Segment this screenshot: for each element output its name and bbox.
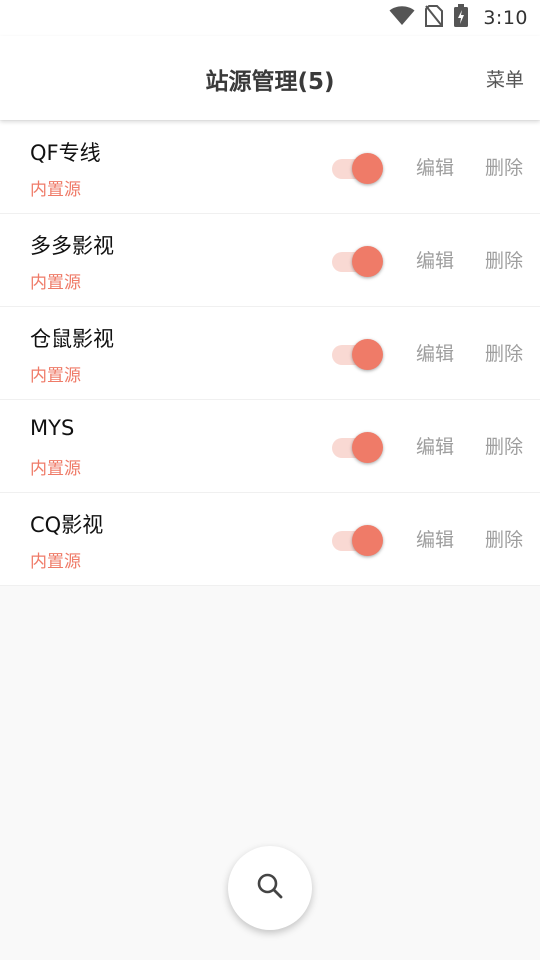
menu-button[interactable]: 菜单 bbox=[486, 65, 524, 92]
source-tag: 内置源 bbox=[30, 180, 81, 200]
source-row: 多多影视 内置源 编辑 删除 bbox=[0, 214, 540, 307]
page-title: 站源管理(5) bbox=[205, 69, 335, 95]
source-name: CQ影视 bbox=[30, 513, 104, 537]
source-list: QF专线 内置源 编辑 删除 多多影视 内置源 编辑 删除 仓鼠影视 内置源 编… bbox=[0, 121, 540, 586]
toggle-knob bbox=[352, 246, 383, 277]
wifi-icon bbox=[389, 6, 415, 30]
battery-charging-icon bbox=[453, 4, 469, 32]
toggle-knob bbox=[352, 525, 383, 556]
no-sim-icon bbox=[425, 5, 444, 31]
source-row: MYS 内置源 编辑 删除 bbox=[0, 400, 540, 493]
toggle-knob bbox=[352, 339, 383, 370]
source-row: 仓鼠影视 内置源 编辑 删除 bbox=[0, 307, 540, 400]
delete-button[interactable]: 删除 bbox=[485, 525, 523, 552]
search-button[interactable] bbox=[228, 846, 312, 930]
edit-button[interactable]: 编辑 bbox=[416, 525, 454, 552]
source-enable-toggle[interactable] bbox=[332, 149, 384, 184]
source-enable-toggle[interactable] bbox=[332, 521, 384, 556]
edit-button[interactable]: 编辑 bbox=[416, 153, 454, 180]
source-name: 多多影视 bbox=[30, 234, 114, 258]
source-row: QF专线 内置源 编辑 删除 bbox=[0, 121, 540, 214]
source-row: CQ影视 内置源 编辑 删除 bbox=[0, 493, 540, 586]
source-tag: 内置源 bbox=[30, 366, 81, 386]
toggle-knob bbox=[352, 432, 383, 463]
toggle-knob bbox=[352, 153, 383, 184]
edit-button[interactable]: 编辑 bbox=[416, 339, 454, 366]
status-icons: 3:10 bbox=[389, 4, 528, 32]
status-bar: 3:10 bbox=[0, 0, 540, 36]
search-icon bbox=[255, 871, 285, 905]
edit-button[interactable]: 编辑 bbox=[416, 246, 454, 273]
source-enable-toggle[interactable] bbox=[332, 428, 384, 463]
source-tag: 内置源 bbox=[30, 552, 81, 572]
source-name: QF专线 bbox=[30, 141, 101, 165]
delete-button[interactable]: 删除 bbox=[485, 339, 523, 366]
source-enable-toggle[interactable] bbox=[332, 335, 384, 370]
status-time: 3:10 bbox=[483, 7, 528, 29]
delete-button[interactable]: 删除 bbox=[485, 153, 523, 180]
source-enable-toggle[interactable] bbox=[332, 242, 384, 277]
source-name: 仓鼠影视 bbox=[30, 327, 114, 351]
source-name: MYS bbox=[30, 416, 75, 440]
delete-button[interactable]: 删除 bbox=[485, 432, 523, 459]
delete-button[interactable]: 删除 bbox=[485, 246, 523, 273]
app-bar: 站源管理(5) 菜单 bbox=[0, 36, 540, 120]
source-tag: 内置源 bbox=[30, 273, 81, 293]
source-tag: 内置源 bbox=[30, 459, 81, 479]
edit-button[interactable]: 编辑 bbox=[416, 432, 454, 459]
